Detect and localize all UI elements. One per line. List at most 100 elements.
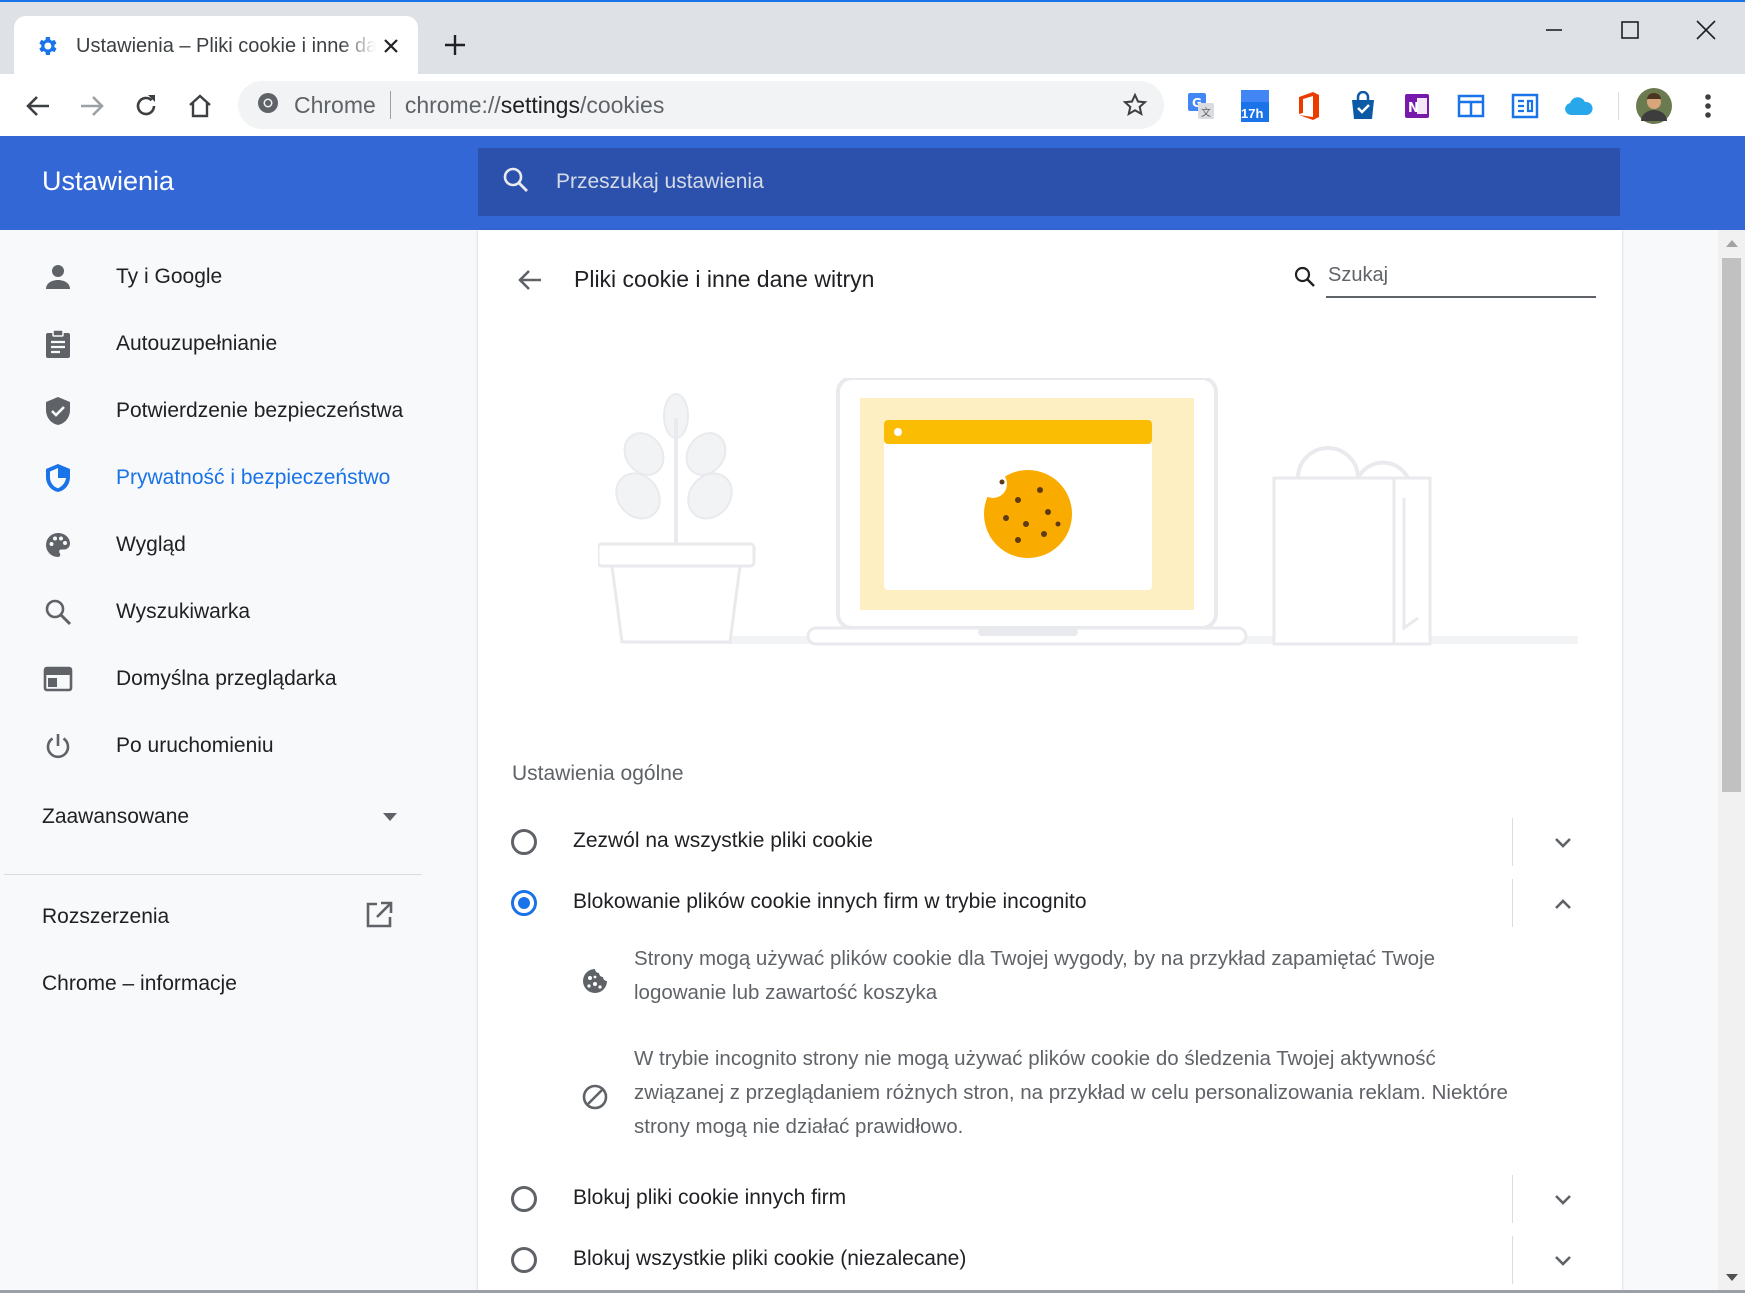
sidebar-item-privacy[interactable]: Prywatność i bezpieczeństwo (0, 447, 478, 509)
home-icon[interactable] (180, 86, 220, 126)
power-icon (42, 730, 74, 762)
sidebar-item-label: Wyszukiwarka (116, 600, 250, 623)
cookie-option-block-incognito[interactable]: Blokowanie plików cookie innych firm w t… (478, 873, 1622, 933)
bookmark-star-icon[interactable] (1120, 90, 1150, 120)
scroll-down-arrow-icon[interactable] (1726, 1274, 1738, 1281)
subpage-search-placeholder: Szukaj (1328, 264, 1389, 286)
search-icon (42, 596, 74, 628)
onedrive-extension-icon[interactable] (1559, 86, 1599, 126)
browser-toolbar: Chrome chrome://settings/cookies G文 17h … (0, 74, 1745, 136)
shield-check-icon (42, 395, 74, 427)
clipboard-icon (42, 328, 74, 360)
chevron-down-icon[interactable] (1548, 828, 1578, 858)
radio-block-third-party[interactable] (511, 1186, 537, 1212)
sidebar-link-about-chrome[interactable]: Chrome – informacje (42, 972, 237, 996)
shield-icon (42, 462, 74, 494)
settings-search-input[interactable]: Przeszukaj ustawienia (478, 148, 1620, 216)
person-icon (42, 261, 74, 293)
chrome-logo-icon (256, 91, 280, 120)
reload-icon[interactable] (126, 86, 166, 126)
avatar[interactable] (1634, 86, 1674, 126)
sidebar-item-default-browser[interactable]: Domyślna przeglądarka (0, 648, 478, 710)
forward-arrow-icon[interactable] (72, 86, 112, 126)
kebab-menu-icon[interactable] (1688, 86, 1728, 126)
cookie-option-block-all[interactable]: Blokuj wszystkie pliki cookie (niezaleca… (478, 1230, 1622, 1290)
option-label: Blokowanie plików cookie innych firm w t… (573, 890, 1087, 913)
close-tab-icon[interactable] (378, 33, 404, 59)
toolbar-separator (1618, 92, 1619, 120)
page-scrollbar[interactable] (1718, 230, 1745, 1293)
search-icon (502, 166, 530, 199)
detail-text: W trybie incognito strony nie mogą używa… (634, 1047, 1508, 1138)
option-separator (1512, 818, 1513, 866)
sidebar-item-label: Wygląd (116, 533, 186, 556)
chevron-down-icon[interactable] (1548, 1246, 1578, 1276)
maximize-icon[interactable] (1600, 12, 1660, 48)
shopping-bag-extension-icon[interactable] (1343, 86, 1383, 126)
chevron-up-icon[interactable] (1548, 889, 1578, 919)
settings-title: Ustawienia (42, 166, 175, 196)
tab-title: Ustawienia – Pliki cookie i inne dane wi… (76, 34, 376, 57)
reader-extension-icon[interactable] (1505, 86, 1545, 126)
subpage-search-input[interactable]: Szukaj (1286, 258, 1596, 298)
scrollbar-thumb[interactable] (1722, 258, 1741, 792)
svg-text:文: 文 (1201, 106, 1211, 119)
sidebar-item-label: Prywatność i bezpieczeństwo (116, 466, 391, 489)
calendar-badge: 17h (1241, 106, 1264, 121)
palette-icon (42, 529, 74, 561)
sidebar-item-label: Po uruchomieniu (116, 734, 274, 757)
scroll-up-arrow-icon[interactable] (1726, 240, 1738, 247)
minimize-icon[interactable] (1524, 12, 1584, 48)
omnibox-url: chrome://settings/cookies (404, 91, 665, 118)
sidebar-divider (4, 874, 422, 875)
sidebar-item-autofill[interactable]: Autouzupełnianie (0, 313, 478, 375)
settings-search-placeholder: Przeszukaj ustawienia (556, 170, 764, 193)
radio-block-incognito[interactable] (511, 890, 537, 916)
address-bar[interactable]: Chrome chrome://settings/cookies (238, 81, 1164, 129)
cookie-option-block-third-party[interactable]: Blokuj pliki cookie innych firm (478, 1169, 1622, 1229)
sidebar-item-label: Domyślna przeglądarka (116, 667, 337, 690)
option-label: Zezwól na wszystkie pliki cookie (573, 829, 873, 852)
sidebar-item-label: Ty i Google (116, 265, 223, 288)
section-title-general: Ustawienia ogólne (512, 762, 684, 785)
search-icon (1294, 266, 1316, 293)
calendar-extension-icon[interactable]: 17h (1235, 86, 1275, 126)
cookie-option-allow-all[interactable]: Zezwól na wszystkie pliki cookie (478, 812, 1622, 872)
back-arrow-icon[interactable] (510, 260, 550, 300)
radio-allow-all[interactable] (511, 829, 537, 855)
back-arrow-icon[interactable] (18, 86, 58, 126)
tab-strip: Ustawienia – Pliki cookie i inne dane wi… (0, 0, 1745, 76)
sidebar-item-appearance[interactable]: Wygląd (0, 514, 478, 576)
onenote-extension-icon[interactable]: N (1397, 86, 1437, 126)
new-tab-icon[interactable] (440, 30, 470, 60)
sidebar-item-label: Potwierdzenie bezpieczeństwa (116, 399, 404, 422)
option-label: Blokuj pliki cookie innych firm (573, 1186, 847, 1209)
settings-sidebar: Ty i Google Autouzupełnianie Potwierdzen… (0, 230, 478, 1293)
translate-extension-icon[interactable]: G文 (1181, 86, 1221, 126)
block-icon (580, 1082, 610, 1112)
open-in-new-icon[interactable] (364, 900, 394, 930)
sidebar-item-on-startup[interactable]: Po uruchomieniu (0, 715, 478, 777)
caret-down-icon (378, 805, 402, 829)
omnibox-site-chip: Chrome (294, 91, 376, 118)
omnibox-separator (389, 91, 391, 119)
option-separator (1512, 1175, 1513, 1223)
web-clipper-extension-icon[interactable] (1451, 86, 1491, 126)
advanced-section-toggle[interactable]: Zaawansowane (42, 797, 402, 837)
sidebar-item-safety-check[interactable]: Potwierdzenie bezpieczeństwa (0, 380, 478, 442)
radio-block-all[interactable] (511, 1247, 537, 1273)
gear-icon (34, 33, 60, 59)
cookies-illustration (598, 378, 1578, 646)
sidebar-link-extensions[interactable]: Rozszerzenia (42, 905, 169, 929)
sidebar-item-you-and-google[interactable]: Ty i Google (0, 246, 478, 308)
office-extension-icon[interactable] (1289, 86, 1329, 126)
cookies-settings-card: Pliki cookie i inne dane witryn Szukaj U… (478, 230, 1622, 1293)
close-window-icon[interactable] (1676, 12, 1736, 48)
advanced-label: Zaawansowane (42, 805, 190, 828)
sidebar-item-search-engine[interactable]: Wyszukiwarka (0, 581, 478, 643)
search-underline (1326, 296, 1596, 298)
tab-settings[interactable]: Ustawienia – Pliki cookie i inne dane wi… (14, 16, 418, 76)
option-separator (1512, 879, 1513, 927)
chevron-down-icon[interactable] (1548, 1185, 1578, 1215)
browser-window-icon (42, 663, 74, 695)
